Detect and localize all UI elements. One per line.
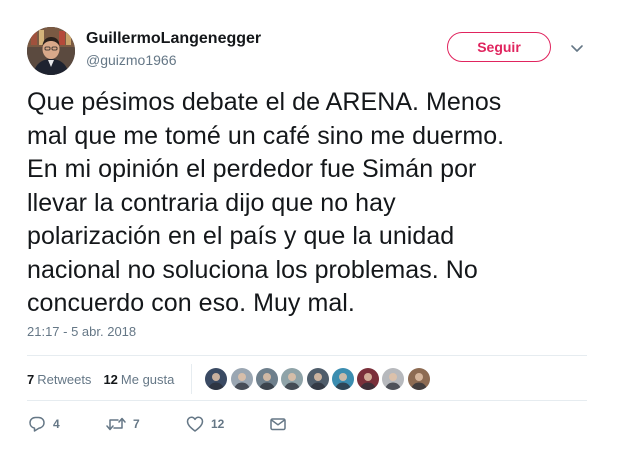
follow-button[interactable]: Seguir [447, 32, 551, 62]
retweets-stat[interactable]: 7 Retweets [27, 372, 91, 387]
likes-stat[interactable]: 12 Me gusta [103, 372, 174, 387]
chevron-down-icon[interactable] [569, 40, 585, 56]
tweet-text-line: mal que me tomé un café sino me duermo. [27, 121, 505, 150]
user-avatar[interactable] [330, 367, 355, 391]
reply-button[interactable]: 4 [27, 414, 105, 434]
retweets-label: Retweets [37, 371, 92, 387]
reply-count: 4 [53, 417, 60, 431]
tweet-text-line: Que pésimos debate el de ARENA. Menos [27, 88, 502, 116]
user-avatar[interactable] [204, 367, 229, 391]
tweet-text-line: concuerdo con eso. Muy mal. [27, 289, 355, 317]
tweet-text-line: polarización en el país y que la unidad [27, 222, 455, 250]
heart-icon [185, 414, 205, 434]
reply-icon [27, 414, 47, 434]
user-avatar[interactable] [381, 367, 406, 391]
like-count: 12 [211, 417, 225, 431]
retweet-icon [105, 414, 127, 434]
tweet-text-line: nacional no soluciona los problemas. No [27, 255, 478, 284]
user-avatar[interactable] [356, 367, 381, 391]
retweet-button[interactable]: 7 [105, 414, 185, 434]
user-avatar[interactable] [254, 367, 279, 391]
tweet-text: Que pésimos debate el de ARENA. Menos ma… [27, 86, 567, 321]
divider [27, 355, 587, 356]
user-avatar[interactable] [406, 367, 431, 391]
liker-avatars [204, 367, 432, 391]
user-avatar[interactable] [229, 367, 254, 391]
user-handle[interactable]: @guizmo1966 [86, 52, 177, 68]
user-avatar[interactable] [280, 367, 305, 391]
tweet-card: GuillermoLangenegger @guizmo1966 Seguir … [0, 0, 620, 461]
user-display-name[interactable]: GuillermoLangenegger [86, 30, 261, 48]
likes-count: 12 [103, 371, 118, 387]
tweet-text-line: llevar la contraria dijo que no hay [27, 188, 396, 217]
avatar[interactable] [27, 27, 75, 75]
like-button[interactable]: 12 [185, 414, 268, 434]
stats-separator [191, 364, 193, 394]
tweet-timestamp[interactable]: 21:17 - 5 abr. 2018 [27, 324, 136, 339]
likes-label: Me gusta [120, 371, 175, 387]
retweet-count: 7 [133, 417, 140, 431]
tweet-text-line: En mi opinión el perdedor fue Simán por [27, 155, 477, 183]
tweet-stats: 7 Retweets 12 Me gusta [27, 364, 432, 394]
direct-message-button[interactable] [268, 414, 288, 434]
user-avatar[interactable] [305, 367, 330, 391]
envelope-icon [268, 414, 288, 434]
tweet-actions: 4 7 12 [27, 412, 288, 436]
retweets-count: 7 [27, 371, 35, 387]
divider [27, 400, 587, 401]
